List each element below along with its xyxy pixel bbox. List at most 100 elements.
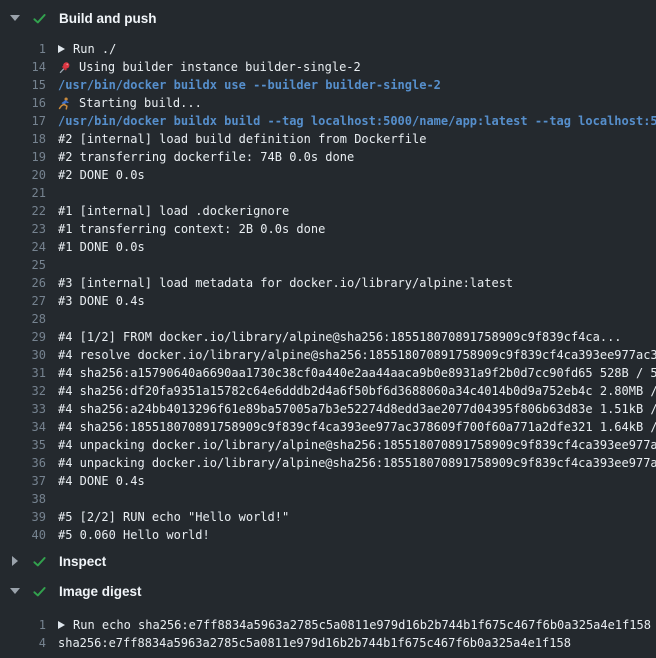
section-title: Image digest xyxy=(59,584,142,599)
line-number[interactable]: 20 xyxy=(0,168,46,182)
log-text: #4 sha256:df20fa9351a15782c64e6dddb2d4a6… xyxy=(58,384,656,398)
line-number[interactable]: 23 xyxy=(0,222,46,236)
log-line: 32 #4 sha256:df20fa9351a15782c64e6dddb2d4… xyxy=(0,382,656,400)
log-text: #4 [1/2] FROM docker.io/library/alpine@s… xyxy=(58,330,622,344)
log-text-content: #1 DONE 0.0s xyxy=(58,240,145,254)
section-title: Inspect xyxy=(59,554,106,569)
line-number[interactable]: 25 xyxy=(0,258,46,272)
check-icon xyxy=(32,584,47,599)
log-text-content: #5 0.060 Hello world! xyxy=(58,528,210,542)
runner-icon xyxy=(58,97,71,110)
log-text: sha256:e7ff8834a5963a2785c5a0811e979d16b… xyxy=(58,636,571,650)
log-line: 35 #4 unpacking docker.io/library/alpine@… xyxy=(0,436,656,454)
log-text: Run echo sha256:e7ff8834a5963a2785c5a081… xyxy=(58,618,651,632)
log-text: #2 transferring dockerfile: 74B 0.0s don… xyxy=(58,150,354,164)
line-number[interactable]: 34 xyxy=(0,420,46,434)
log-text: /usr/bin/docker buildx use --builder bui… xyxy=(58,78,441,92)
line-number[interactable]: 31 xyxy=(0,366,46,380)
line-number[interactable]: 1 xyxy=(0,618,46,632)
log-text: #4 sha256:a24bb4013296f61e89ba57005a7b3e… xyxy=(58,402,656,416)
line-number[interactable]: 18 xyxy=(0,132,46,146)
log-text: #1 [internal] load .dockerignore xyxy=(58,204,289,218)
log-text: #4 sha256:185518070891758909c9f839cf4ca3… xyxy=(58,420,656,434)
log-text: /usr/bin/docker buildx build --tag local… xyxy=(58,114,656,128)
log-line: 25 xyxy=(0,256,656,274)
log-text-content: #4 [1/2] FROM docker.io/library/alpine@s… xyxy=(58,330,622,344)
log-text-content: Run ./ xyxy=(73,42,116,56)
log-text: #3 [internal] load metadata for docker.i… xyxy=(58,276,513,290)
log-text-content: #3 [internal] load metadata for docker.i… xyxy=(58,276,513,290)
line-number[interactable]: 26 xyxy=(0,276,46,290)
log-text: #3 DONE 0.4s xyxy=(58,294,145,308)
log-line: 40 #5 0.060 Hello world! xyxy=(0,526,656,544)
log-text-content: #4 sha256:a15790640a6690aa1730c38cf0a440… xyxy=(58,366,656,380)
log-text-content: #4 sha256:df20fa9351a15782c64e6dddb2d4a6… xyxy=(58,384,656,398)
log-line: 36 #4 unpacking docker.io/library/alpine@… xyxy=(0,454,656,472)
line-number[interactable]: 15 xyxy=(0,78,46,92)
log-line: 29 #4 [1/2] FROM docker.io/library/alpine… xyxy=(0,328,656,346)
line-number[interactable]: 4 xyxy=(0,636,46,650)
line-number[interactable]: 28 xyxy=(0,312,46,326)
log-block: 1 Run ./ 14 Using builder instance builder-… xyxy=(0,40,656,544)
line-number[interactable]: 38 xyxy=(0,492,46,506)
expand-triangle-icon[interactable] xyxy=(58,45,65,53)
log-line: 26 #3 [internal] load metadata for docker… xyxy=(0,274,656,292)
line-number[interactable]: 24 xyxy=(0,240,46,254)
expand-triangle-icon[interactable] xyxy=(58,621,65,629)
section-title: Build and push xyxy=(59,11,157,26)
log-text-content: #4 sha256:185518070891758909c9f839cf4ca3… xyxy=(58,420,656,434)
line-number[interactable]: 37 xyxy=(0,474,46,488)
log-text: #1 DONE 0.0s xyxy=(58,240,145,254)
line-number[interactable]: 1 xyxy=(0,42,46,56)
log-text-content: Using builder instance builder-single-2 xyxy=(79,60,361,74)
log-text: #1 transferring context: 2B 0.0s done xyxy=(58,222,325,236)
log-line: 31 #4 sha256:a15790640a6690aa1730c38cf0a4… xyxy=(0,364,656,382)
log-line: 4 sha256:e7ff8834a5963a2785c5a0811e979d16… xyxy=(0,634,656,652)
section-inspect: Inspect xyxy=(0,547,656,575)
line-number[interactable]: 22 xyxy=(0,204,46,218)
log-line: 1 Run echo sha256:e7ff8834a5963a2785c5a08… xyxy=(0,616,656,634)
line-number[interactable]: 29 xyxy=(0,330,46,344)
log-text-content: #5 [2/2] RUN echo "Hello world!" xyxy=(58,510,289,524)
log-line: 24 #1 DONE 0.0s xyxy=(0,238,656,256)
log-text-content: Starting build... xyxy=(79,96,202,110)
chevron-right-icon xyxy=(12,556,18,566)
check-icon xyxy=(32,554,47,569)
log-line: 34 #4 sha256:185518070891758909c9f839cf4c… xyxy=(0,418,656,436)
line-number[interactable]: 40 xyxy=(0,528,46,542)
log-line: 27 #3 DONE 0.4s xyxy=(0,292,656,310)
line-number[interactable]: 27 xyxy=(0,294,46,308)
section-header-image-digest[interactable]: Image digest xyxy=(0,577,656,605)
line-number[interactable]: 33 xyxy=(0,402,46,416)
line-number[interactable]: 36 xyxy=(0,456,46,470)
log-text: #4 unpacking docker.io/library/alpine@sh… xyxy=(58,456,656,470)
log-line: 22 #1 [internal] load .dockerignore xyxy=(0,202,656,220)
line-number[interactable]: 21 xyxy=(0,186,46,200)
log-line: 39 #5 [2/2] RUN echo "Hello world!" xyxy=(0,508,656,526)
line-number[interactable]: 32 xyxy=(0,384,46,398)
log-text-content: #4 unpacking docker.io/library/alpine@sh… xyxy=(58,456,656,470)
section-header-build-and-push[interactable]: Build and push xyxy=(0,4,656,32)
log-line: 17/usr/bin/docker buildx build --tag loc… xyxy=(0,112,656,130)
line-number[interactable]: 16 xyxy=(0,96,46,110)
chevron-down-icon xyxy=(10,588,20,594)
check-icon xyxy=(32,11,47,26)
line-number[interactable]: 19 xyxy=(0,150,46,164)
log-text-content: sha256:e7ff8834a5963a2785c5a0811e979d16b… xyxy=(58,636,571,650)
chevron-down-icon xyxy=(10,15,20,21)
log-text: Starting build... xyxy=(58,96,202,110)
log-line: 18 #2 [internal] load build definition fr… xyxy=(0,130,656,148)
log-text-content: #4 resolve docker.io/library/alpine@sha2… xyxy=(58,348,656,362)
section-header-inspect[interactable]: Inspect xyxy=(0,547,656,575)
line-number[interactable]: 17 xyxy=(0,114,46,128)
log-line: 14 Using builder instance builder-single-… xyxy=(0,58,656,76)
log-line: 38 xyxy=(0,490,656,508)
log-text: #2 DONE 0.0s xyxy=(58,168,145,182)
line-number[interactable]: 30 xyxy=(0,348,46,362)
log-text-content: #2 [internal] load build definition from… xyxy=(58,132,426,146)
line-number[interactable]: 35 xyxy=(0,438,46,452)
line-number[interactable]: 39 xyxy=(0,510,46,524)
log-text-content: #4 unpacking docker.io/library/alpine@sh… xyxy=(58,438,656,452)
log-line: 33 #4 sha256:a24bb4013296f61e89ba57005a7b… xyxy=(0,400,656,418)
line-number[interactable]: 14 xyxy=(0,60,46,74)
